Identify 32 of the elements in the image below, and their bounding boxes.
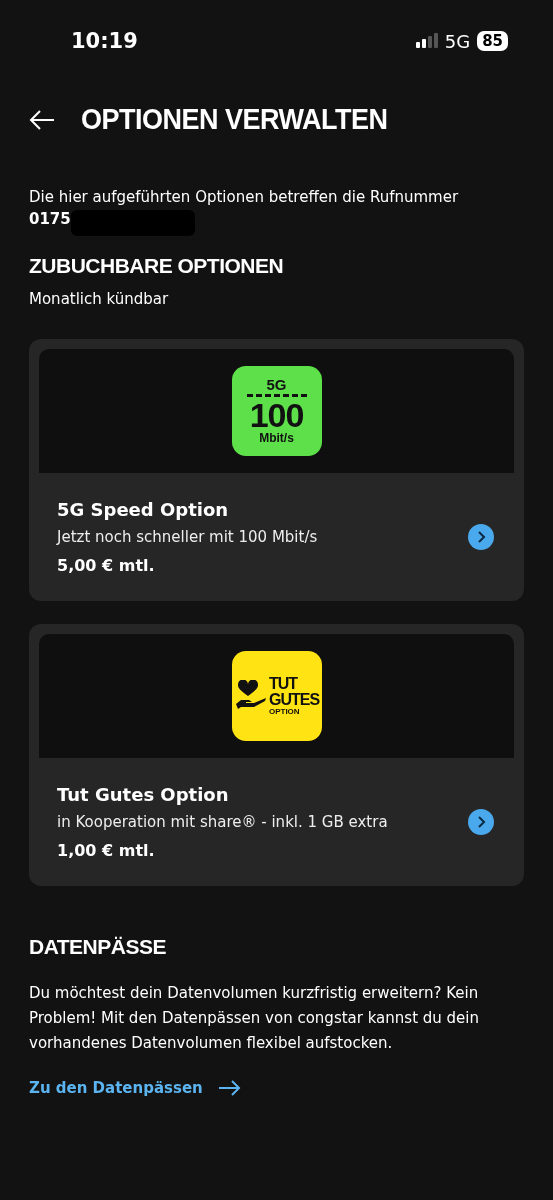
option-description: in Kooperation mit share® - inkl. 1 GB extra: [57, 813, 388, 831]
back-arrow-icon[interactable]: [29, 109, 55, 130]
option-description: Jetzt noch schneller mit 100 Mbit/s: [57, 528, 318, 546]
section-subtitle: Monatlich kündbar: [29, 290, 170, 308]
option-card[interactable]: TUT GUTES OPTION Tut Gutes Option in Kooperation mit share® - inkl. 1 GB extra 1,00 € mtl.: [29, 624, 524, 886]
intro-text: Die hier aufgeführten Optionen betreffen die Rufnummer: [29, 187, 460, 208]
option-title: Tut Gutes Option: [57, 784, 230, 805]
battery-indicator: 85: [477, 31, 508, 51]
datapass-link[interactable]: Zu den Datenpässen: [29, 1079, 241, 1097]
datapass-description: Du möchtest dein Datenvolumen kurzfristig erweitern? Kein Problem! Mit den Datenpässen von congstar kannst du dein vorhandenes Datenvolumen flexibel aufstocken.: [29, 983, 480, 1054]
option-price: 1,00 € mtl.: [57, 841, 156, 860]
option-card[interactable]: 5G 100 Mbit/s 5G Speed Option Jetzt noch schneller mit 100 Mbit/s 5,00 € mtl.: [29, 339, 524, 601]
chevron-right-icon[interactable]: [468, 524, 494, 550]
page-title: OPTIONEN VERWALTEN: [81, 102, 388, 137]
signal-icon: [415, 33, 438, 49]
logo-text: TUT: [268, 676, 299, 692]
section-title: DATENPÄSSE: [29, 935, 167, 959]
dashed-rule: [246, 394, 307, 397]
section-title: ZUBUCHBARE OPTIONEN: [29, 254, 285, 278]
logo-text: GUTES: [268, 692, 320, 708]
network-label: 5G: [444, 30, 471, 52]
logo-text: Mbit/s: [259, 431, 294, 445]
arrow-right-icon: [218, 1080, 241, 1096]
heart-hand-icon: [233, 680, 268, 712]
logo-text: OPTION: [268, 708, 301, 716]
phone-number: 0175: [29, 210, 71, 228]
status-time: 10:19: [71, 29, 138, 53]
logo-text: 5G: [266, 377, 287, 392]
option-title: 5G Speed Option: [57, 499, 230, 520]
option-price: 5,00 € mtl.: [57, 556, 156, 575]
logo-text: 100: [249, 399, 304, 431]
chevron-right-icon[interactable]: [468, 809, 494, 835]
